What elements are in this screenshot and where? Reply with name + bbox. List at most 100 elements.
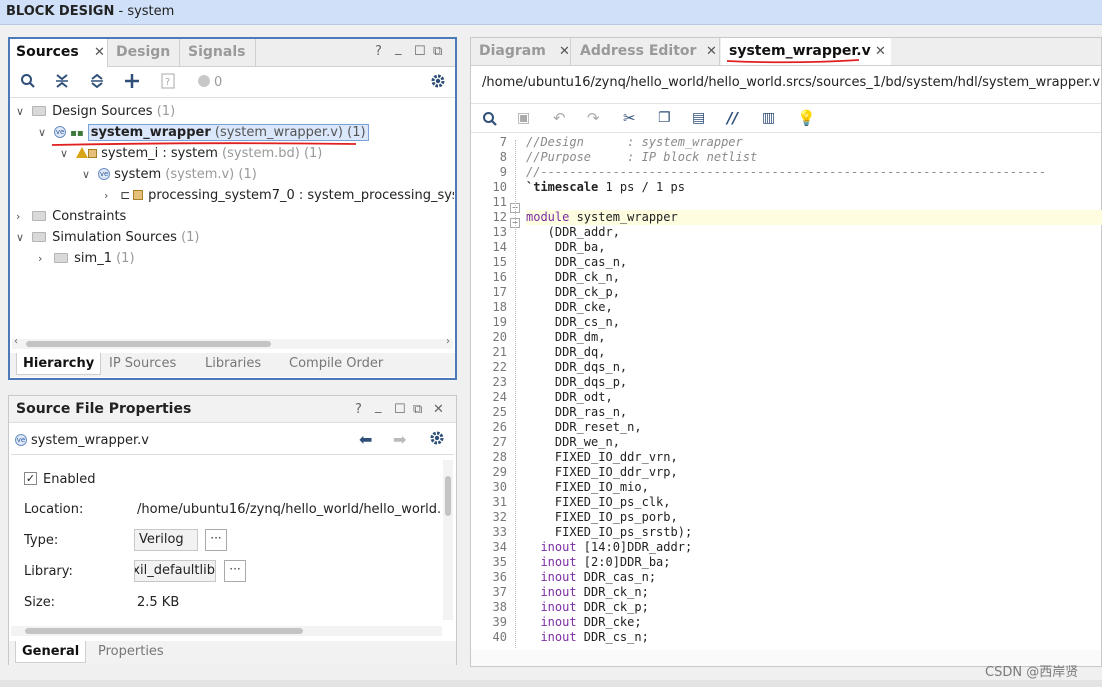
undo-icon[interactable]: ↶: [553, 109, 566, 127]
line-number: 21: [492, 345, 507, 359]
code-area[interactable]: //Design : system_wrapper//Purpose : IP …: [526, 135, 1102, 650]
chevron-down-icon[interactable]: ∨: [82, 164, 94, 185]
code-line: `timescale 1 ps / 1 ps: [526, 180, 685, 194]
close-icon[interactable]: ✕: [706, 38, 717, 65]
scrollbar-thumb[interactable]: [445, 476, 451, 516]
chevron-down-icon[interactable]: ∨: [16, 101, 28, 122]
comment-icon[interactable]: //: [727, 109, 738, 127]
properties-icon[interactable]: ?: [158, 73, 178, 93]
cut-icon[interactable]: ✂: [623, 109, 636, 127]
float-icon[interactable]: ⧉: [433, 44, 442, 59]
tab-compile-order[interactable]: Compile Order: [283, 353, 389, 375]
code-line: DDR_cas_n,: [526, 255, 628, 269]
tab-signals[interactable]: Signals: [182, 39, 256, 67]
library-browse-button[interactable]: ···: [224, 560, 246, 582]
search-icon[interactable]: [18, 73, 38, 93]
tab-address-editor-label: Address Editor: [580, 43, 697, 59]
float-icon[interactable]: ⧉: [413, 402, 422, 417]
expand-all-icon[interactable]: [87, 73, 107, 93]
code-line: inout [14:0]DDR_addr;: [540, 540, 693, 554]
line-number: 19: [492, 315, 507, 329]
maximize-icon[interactable]: ☐: [414, 44, 426, 59]
line-number: 8: [499, 150, 507, 164]
file-path: /home/ubuntu16/zynq/hello_world/hello_wo…: [482, 75, 1101, 90]
back-arrow-icon[interactable]: ⬅: [359, 430, 372, 449]
add-sources-icon[interactable]: [122, 73, 142, 93]
tree-item-constraints[interactable]: › Constraints: [16, 206, 126, 227]
tab-diagram[interactable]: Diagram ✕: [471, 38, 571, 65]
tree-item-system-i[interactable]: ∨ system_i : system (system.bd) (1): [60, 143, 322, 164]
folder-icon: [54, 252, 69, 263]
chevron-right-icon[interactable]: ›: [16, 206, 28, 227]
tree-item-sim-1[interactable]: › sim_1 (1): [38, 248, 135, 269]
maximize-icon[interactable]: ☐: [394, 402, 406, 417]
tree-item-system-wrapper[interactable]: ∨ ve ▪▪ system_wrapper (system_wrapper.v) …: [38, 122, 369, 143]
scroll-left-icon[interactable]: ‹: [14, 336, 18, 347]
tab-sources[interactable]: Sources ✕: [10, 39, 108, 67]
scroll-right-icon[interactable]: ›: [446, 336, 450, 347]
tree-item-processing-system[interactable]: › ⊏ processing_system7_0 : system_process…: [104, 185, 454, 206]
tab-design[interactable]: Design: [110, 39, 180, 67]
code-line: DDR_cke,: [526, 300, 613, 314]
chevron-down-icon[interactable]: ∨: [60, 143, 72, 164]
paste-icon[interactable]: ▤: [692, 110, 705, 126]
tab-libraries[interactable]: Libraries: [199, 353, 267, 375]
tab-address-editor[interactable]: Address Editor ✕: [572, 38, 720, 65]
help-icon[interactable]: ?: [375, 44, 382, 59]
properties-title-text: Source File Properties: [16, 401, 192, 417]
tab-properties[interactable]: Properties: [92, 641, 170, 663]
code-line: DDR_we_n,: [526, 435, 620, 449]
line-number: 29: [492, 465, 507, 479]
type-field[interactable]: Verilog: [134, 529, 198, 551]
chevron-down-icon[interactable]: ∨: [16, 227, 28, 248]
tab-system-wrapper-label: system_wrapper.v: [729, 43, 871, 59]
chevron-down-icon[interactable]: ∨: [38, 122, 50, 143]
collapse-all-icon[interactable]: [52, 73, 72, 93]
system-file: (system.v): [165, 167, 235, 182]
save-icon[interactable]: ▣: [517, 110, 530, 126]
line-number: 7: [499, 135, 507, 149]
line-number: 11: [492, 195, 507, 209]
lightbulb-icon[interactable]: 💡: [797, 109, 816, 127]
scrollbar-thumb[interactable]: [26, 341, 271, 347]
chevron-right-icon[interactable]: ›: [38, 248, 50, 269]
line-number: 36: [492, 570, 507, 584]
search-icon[interactable]: [482, 111, 498, 131]
tab-ip-sources[interactable]: IP Sources: [103, 353, 182, 375]
close-icon[interactable]: ✕: [94, 39, 105, 66]
close-icon[interactable]: ✕: [559, 38, 570, 65]
minimize-icon[interactable]: _: [395, 41, 402, 56]
gear-icon[interactable]: [428, 73, 448, 93]
close-icon[interactable]: ✕: [875, 38, 886, 65]
selected-node[interactable]: system_wrapper (system_wrapper.v) (1): [87, 124, 369, 141]
title-separator: -: [114, 4, 128, 19]
code-line: FIXED_IO_ps_srstb);: [526, 525, 693, 539]
horizontal-scrollbar[interactable]: [11, 626, 442, 636]
enabled-checkbox-row[interactable]: ✓ Enabled: [24, 472, 96, 487]
code-line: //--------------------------------------…: [526, 165, 1047, 179]
tree-item-simulation-sources[interactable]: ∨ Simulation Sources (1): [16, 227, 200, 248]
chevron-right-icon[interactable]: ›: [104, 185, 116, 206]
type-browse-button[interactable]: ···: [205, 529, 227, 551]
sources-toolbar: ? 0: [10, 68, 455, 98]
app-title: BLOCK DESIGN: [6, 4, 115, 19]
forward-arrow-icon[interactable]: ➡: [393, 430, 406, 449]
copy-icon[interactable]: ❐: [658, 110, 671, 126]
enabled-checkbox[interactable]: ✓: [24, 472, 37, 485]
minimize-icon[interactable]: _: [375, 399, 382, 414]
help-icon[interactable]: ?: [355, 402, 362, 417]
close-icon[interactable]: ✕: [433, 402, 444, 417]
tab-hierarchy[interactable]: Hierarchy: [16, 353, 102, 375]
column-select-icon[interactable]: ▥: [762, 110, 775, 126]
scrollbar-thumb[interactable]: [25, 628, 303, 634]
redo-icon[interactable]: ↷: [587, 109, 600, 127]
line-number: 10: [492, 180, 507, 194]
gear-icon[interactable]: [429, 430, 445, 450]
library-field[interactable]: xil_defaultlib: [134, 560, 216, 582]
vertical-scrollbar[interactable]: [443, 460, 453, 620]
horizontal-scrollbar[interactable]: ‹ ›: [12, 336, 453, 349]
tree-item-design-sources[interactable]: ∨ Design Sources (1): [16, 101, 175, 122]
tree-item-system[interactable]: ∨ ve system (system.v) (1): [82, 164, 257, 185]
tab-general[interactable]: General: [15, 641, 87, 663]
code-line: FIXED_IO_ddr_vrp,: [526, 465, 678, 479]
